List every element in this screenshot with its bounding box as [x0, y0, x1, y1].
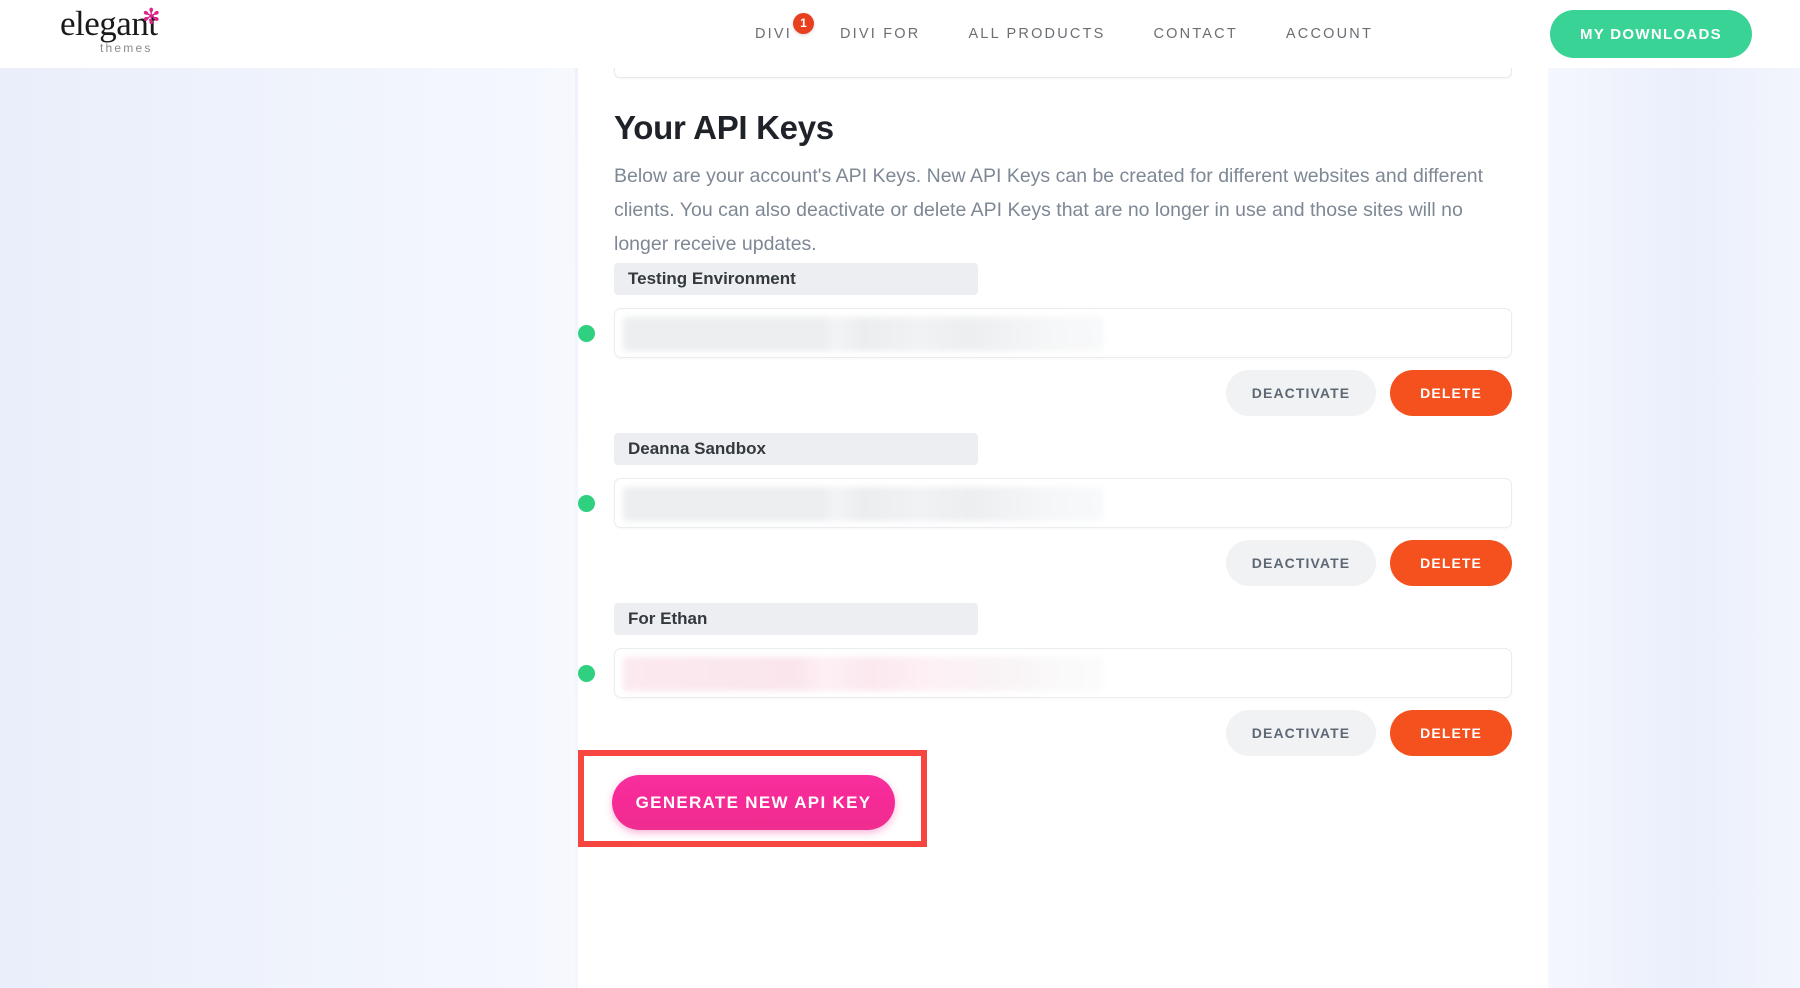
page-background: Your API Keys Below are your account's A…: [0, 68, 1800, 988]
previous-field-partial: [614, 68, 1512, 78]
api-key-row-actions: DEACTIVATE DELETE: [1226, 370, 1512, 416]
nav-item-account[interactable]: ACCOUNT: [1286, 26, 1373, 42]
api-key-name-field[interactable]: Deanna Sandbox: [614, 433, 978, 465]
nav-item-divi[interactable]: DIVI 1: [755, 26, 792, 42]
api-key-redacted-value: [623, 317, 1103, 351]
delete-button[interactable]: DELETE: [1390, 370, 1512, 416]
background-band-right: [1548, 68, 1800, 988]
api-key-name-field[interactable]: Testing Environment: [614, 263, 978, 295]
primary-nav: DIVI 1 DIVI FOR ALL PRODUCTS CONTACT ACC…: [755, 0, 1373, 68]
nav-item-all-products[interactable]: ALL PRODUCTS: [968, 26, 1105, 42]
deactivate-button[interactable]: DEACTIVATE: [1226, 540, 1376, 586]
api-key-row-actions: DEACTIVATE DELETE: [1226, 710, 1512, 756]
status-indicator-active: [578, 665, 595, 682]
page-title: Your API Keys: [614, 108, 834, 148]
delete-button[interactable]: DELETE: [1390, 540, 1512, 586]
delete-button[interactable]: DELETE: [1390, 710, 1512, 756]
elegant-themes-logo[interactable]: elegant ✻ themes: [58, 6, 188, 58]
deactivate-button[interactable]: DEACTIVATE: [1226, 370, 1376, 416]
nav-item-divi-label: DIVI: [755, 26, 792, 42]
api-key-row: For Ethan DEACTIVATE DELETE: [578, 603, 1548, 773]
api-key-redacted-value: [623, 657, 1103, 691]
api-key-value-field[interactable]: [614, 308, 1512, 358]
asterisk-icon: ✻: [142, 7, 160, 29]
api-key-value-field[interactable]: [614, 478, 1512, 528]
nav-item-contact[interactable]: CONTACT: [1154, 26, 1238, 42]
status-indicator-active: [578, 325, 595, 342]
api-key-row: Testing Environment DEACTIVATE DELETE: [578, 263, 1548, 433]
api-key-row-actions: DEACTIVATE DELETE: [1226, 540, 1512, 586]
nav-item-divi-for[interactable]: DIVI FOR: [840, 26, 920, 42]
api-key-value-field[interactable]: [614, 648, 1512, 698]
api-key-name-field[interactable]: For Ethan: [614, 603, 978, 635]
background-band-left: [0, 68, 575, 988]
logo-wordmark: elegant: [58, 6, 188, 42]
logo-subtitle: themes: [100, 41, 153, 55]
top-navigation-bar: elegant ✻ themes DIVI 1 DIVI FOR ALL PRO…: [0, 0, 1800, 68]
status-indicator-active: [578, 495, 595, 512]
divi-notification-badge: 1: [793, 13, 814, 34]
deactivate-button[interactable]: DEACTIVATE: [1226, 710, 1376, 756]
api-keys-list: Testing Environment DEACTIVATE DELETE De…: [578, 263, 1548, 773]
generate-new-api-key-button[interactable]: GENERATE NEW API KEY: [612, 775, 895, 830]
api-keys-panel: Your API Keys Below are your account's A…: [578, 68, 1548, 988]
api-key-redacted-value: [623, 487, 1103, 521]
api-key-row: Deanna Sandbox DEACTIVATE DELETE: [578, 433, 1548, 603]
my-downloads-button[interactable]: MY DOWNLOADS: [1550, 10, 1752, 58]
page-description: Below are your account's API Keys. New A…: [614, 159, 1514, 261]
